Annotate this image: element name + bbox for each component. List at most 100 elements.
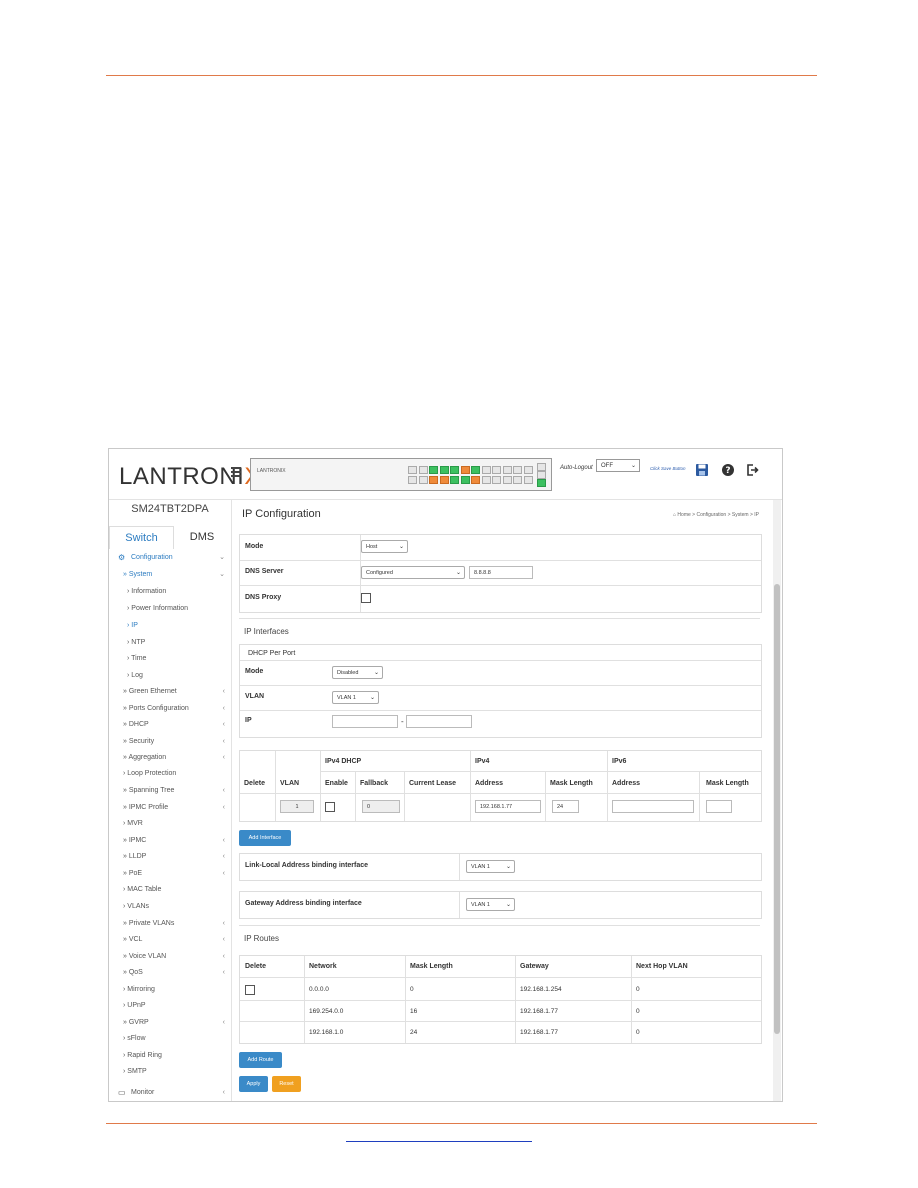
dns-server-input[interactable]: 8.8.8.8 <box>469 566 533 579</box>
port-led[interactable] <box>460 476 470 484</box>
port-led[interactable] <box>523 476 533 484</box>
port-led[interactable] <box>471 466 480 474</box>
dhcp-vlan-select[interactable]: VLAN 1 ⌄ <box>332 691 379 704</box>
port-led[interactable] <box>513 476 522 484</box>
logout-icon[interactable] <box>745 463 759 477</box>
tab-switch[interactable]: Switch <box>109 526 174 549</box>
sidebar-item[interactable]: » VCL ‹ <box>109 934 231 946</box>
sidebar-item[interactable]: › MVR <box>109 818 231 830</box>
gateway-binding-select[interactable]: VLAN 1 ⌄ <box>466 898 515 911</box>
port-led[interactable] <box>450 476 459 484</box>
sidebar-item[interactable]: › Information <box>109 586 231 598</box>
row-ipv6-address-input[interactable] <box>612 800 694 813</box>
sidebar-item[interactable]: » PoE ‹ <box>109 868 231 880</box>
col-vlan: VLAN <box>280 780 300 787</box>
port-led[interactable] <box>439 476 449 484</box>
tab-dms[interactable]: DMS <box>173 526 231 548</box>
sidebar-item[interactable]: › Time <box>109 653 231 665</box>
sidebar-item[interactable]: » System ⌄ <box>109 569 231 581</box>
sfp-port[interactable] <box>537 479 546 487</box>
sidebar-item[interactable]: › IP <box>109 620 231 632</box>
port-led[interactable] <box>492 476 501 484</box>
sidebar-item[interactable]: » Green Ethernet ‹ <box>109 686 231 698</box>
port-led[interactable] <box>481 476 491 484</box>
sidebar-item[interactable]: › NTP <box>109 637 231 649</box>
dns-proxy-checkbox[interactable] <box>361 593 371 603</box>
port-led[interactable] <box>492 466 501 474</box>
switch-front-panel[interactable]: LANTRONIX <box>250 458 552 491</box>
port-led[interactable] <box>502 466 512 474</box>
mode-select[interactable]: Host ⌄ <box>361 540 408 553</box>
save-icon[interactable] <box>695 463 709 477</box>
apply-button[interactable]: Apply <box>239 1076 268 1092</box>
sidebar-item[interactable]: » Private VLANs ‹ <box>109 918 231 930</box>
dhcp-ip-start-input[interactable] <box>332 715 398 728</box>
add-interface-button[interactable]: Add Interface <box>239 830 291 846</box>
sidebar-item-label: › Loop Protection <box>123 770 177 777</box>
sidebar-item[interactable]: › Mirroring <box>109 984 231 996</box>
sidebar-item[interactable]: › UPnP <box>109 1000 231 1012</box>
sidebar-item[interactable]: » QoS ‹ <box>109 967 231 979</box>
port-led[interactable] <box>418 476 428 484</box>
sidebar-item[interactable]: » DHCP ‹ <box>109 719 231 731</box>
link-local-select[interactable]: VLAN 1 ⌄ <box>466 860 515 873</box>
sidebar-item[interactable]: › sFlow <box>109 1033 231 1045</box>
sidebar-item[interactable]: ▭ Monitor ‹ <box>109 1087 231 1099</box>
sidebar-item[interactable]: ⚙ Configuration ⌄ <box>109 552 231 564</box>
dhcp-mode-select[interactable]: Disabled ⌄ <box>332 666 383 679</box>
sidebar-item[interactable]: » Aggregation ‹ <box>109 752 231 764</box>
sidebar-item[interactable]: » GVRP ‹ <box>109 1017 231 1029</box>
sidebar-item-label: » VCL <box>123 936 143 943</box>
sidebar-item[interactable]: › Rapid Ring <box>109 1050 231 1062</box>
sfp-port[interactable] <box>537 471 546 479</box>
port-led[interactable] <box>460 466 470 474</box>
sidebar-item[interactable]: » IPMC Profile ‹ <box>109 802 231 814</box>
ip-config-box: Mode Host ⌄ DNS Server Configured ⌄ 8.8.8.… <box>239 534 762 613</box>
port-led[interactable] <box>429 476 438 484</box>
sidebar-item[interactable]: › SMTP <box>109 1066 231 1078</box>
dhcp-ip-end-input[interactable] <box>406 715 472 728</box>
sidebar-item-label: » DHCP <box>123 721 149 728</box>
row-ipv4-address-input[interactable]: 192.168.1.77 <box>475 800 541 813</box>
sidebar-item[interactable]: › Loop Protection <box>109 768 231 780</box>
sfp-port[interactable] <box>537 463 546 471</box>
browser-screenshot: LANTRONIX® LANTRONIX Auto-Logout OFF⌄ Cl… <box>108 448 783 1102</box>
sidebar-item[interactable]: › VLANs <box>109 901 231 913</box>
port-led[interactable] <box>481 466 491 474</box>
port-led[interactable] <box>471 476 480 484</box>
sidebar-item[interactable]: › MAC Table <box>109 884 231 896</box>
port-led[interactable] <box>439 466 449 474</box>
sidebar-item[interactable]: » Ports Configuration ‹ <box>109 703 231 715</box>
port-led[interactable] <box>408 466 417 474</box>
autologout-select[interactable]: OFF ⌄ <box>596 459 640 472</box>
port-led[interactable] <box>513 466 522 474</box>
route-delete-checkbox[interactable] <box>245 985 255 995</box>
route-col-delete: Delete <box>245 963 267 970</box>
menu-toggle-icon[interactable] <box>231 467 241 477</box>
sidebar-item[interactable]: » IPMC ‹ <box>109 835 231 847</box>
scrollbar-thumb[interactable] <box>774 584 780 1034</box>
reset-button[interactable]: Reset <box>272 1076 301 1092</box>
port-led[interactable] <box>523 466 533 474</box>
sidebar-item[interactable]: » Security ‹ <box>109 736 231 748</box>
chevron-icon: ‹ <box>222 837 225 844</box>
sidebar-item[interactable]: › Log <box>109 670 231 682</box>
breadcrumb[interactable]: ⌂ Home > Configuration > System > IP <box>673 512 759 518</box>
port-led[interactable] <box>502 476 512 484</box>
row-ipv6-mask-input[interactable] <box>706 800 732 813</box>
port-led[interactable] <box>429 466 438 474</box>
sidebar-item[interactable]: › Power Information <box>109 603 231 615</box>
footer-link[interactable] <box>346 1141 532 1142</box>
sidebar-item[interactable]: » LLDP ‹ <box>109 851 231 863</box>
row-dhcp-enable-checkbox[interactable] <box>325 802 335 812</box>
row-ipv4-mask-input[interactable]: 24 <box>552 800 579 813</box>
col-ipv6-mask: Mask Length <box>706 780 749 787</box>
port-led[interactable] <box>418 466 428 474</box>
port-led[interactable] <box>408 476 417 484</box>
port-led[interactable] <box>450 466 459 474</box>
sidebar-item[interactable]: » Spanning Tree ‹ <box>109 785 231 797</box>
add-route-button[interactable]: Add Route <box>239 1052 282 1068</box>
sidebar-item[interactable]: » Voice VLAN ‹ <box>109 951 231 963</box>
dns-server-mode-select[interactable]: Configured ⌄ <box>361 566 465 579</box>
help-icon[interactable]: ? <box>721 463 735 477</box>
